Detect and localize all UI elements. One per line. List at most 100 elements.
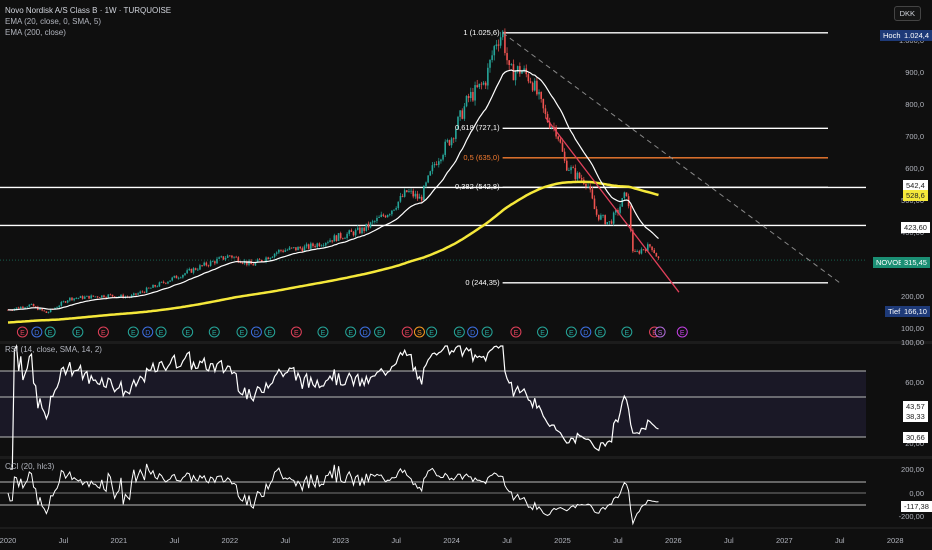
event-dividend-icon[interactable]: D: [142, 326, 154, 338]
event-earnings-icon[interactable]: E: [676, 326, 688, 338]
event-letter: D: [363, 330, 368, 337]
candle-body: [602, 215, 604, 216]
event-split-icon[interactable]: S: [413, 326, 425, 338]
candle-body: [649, 244, 651, 247]
event-earnings-icon[interactable]: E: [208, 326, 220, 338]
event-earnings-icon[interactable]: E: [401, 326, 413, 338]
event-earnings-icon[interactable]: E: [453, 326, 465, 338]
candle-body: [638, 251, 641, 254]
candle-body: [207, 265, 210, 267]
candle-body: [634, 251, 636, 253]
time-tick: 2028: [886, 536, 904, 545]
candle-body: [344, 238, 346, 239]
candle-body: [448, 140, 451, 146]
event-earnings-icon[interactable]: E: [290, 326, 302, 338]
rsi-legend[interactable]: RSI (14, close, SMA, 14, 2): [5, 345, 102, 355]
event-earnings-icon[interactable]: E: [72, 326, 84, 338]
candle-body: [450, 138, 453, 146]
candle-body: [139, 291, 142, 294]
event-earnings-icon[interactable]: E: [97, 326, 109, 338]
candle-body: [314, 246, 316, 248]
candle-body: [258, 259, 261, 261]
event-dividend-icon[interactable]: D: [250, 326, 262, 338]
candle-body: [278, 249, 280, 253]
candle-body: [188, 268, 191, 271]
time-tick: 2021: [110, 536, 128, 545]
candle-body: [559, 139, 562, 143]
candle-body: [310, 243, 312, 249]
ema20-line: [7, 69, 659, 311]
event-earnings-icon[interactable]: E: [182, 326, 194, 338]
candle-body: [109, 294, 112, 296]
event-earnings-icon[interactable]: E: [565, 326, 577, 338]
candle-body: [346, 233, 348, 239]
event-earnings-icon[interactable]: E: [16, 326, 28, 338]
candle-body: [75, 298, 78, 299]
candle-body: [90, 295, 92, 299]
candle-body: [397, 201, 400, 209]
candle-body: [431, 165, 434, 172]
event-dividend-icon[interactable]: D: [359, 326, 371, 338]
event-earnings-icon[interactable]: E: [426, 326, 438, 338]
event-earnings-icon[interactable]: E: [44, 326, 56, 338]
price-tick: 700,0: [905, 132, 924, 141]
candle-body: [369, 222, 372, 228]
cci-legend[interactable]: CCI (20, hlc3): [5, 462, 54, 472]
event-earnings-icon[interactable]: E: [594, 326, 606, 338]
event-earnings-icon[interactable]: E: [236, 326, 248, 338]
event-earnings-icon[interactable]: E: [317, 326, 329, 338]
candle-body: [286, 249, 289, 251]
event-letter: S: [417, 330, 422, 337]
candle-body: [469, 91, 472, 99]
candle-body: [226, 255, 229, 258]
last-price-tag: 315,45: [901, 257, 930, 268]
candle-body: [467, 96, 470, 99]
candle-body: [361, 227, 363, 234]
event-dividend-icon[interactable]: D: [467, 326, 479, 338]
candle-body: [533, 80, 536, 91]
event-letter: E: [321, 330, 326, 337]
event-earnings-icon[interactable]: E: [127, 326, 139, 338]
candle-body: [175, 275, 178, 279]
candle-body: [224, 257, 227, 260]
event-earnings-icon[interactable]: E: [537, 326, 549, 338]
candle-body: [403, 190, 406, 197]
candle-body: [382, 214, 385, 216]
event-earnings-icon[interactable]: E: [374, 326, 386, 338]
event-letter: E: [569, 330, 574, 337]
candle-body: [292, 247, 295, 249]
ema20-legend[interactable]: EMA (20, close, 0, SMA, 5): [5, 17, 101, 27]
candle-body: [162, 281, 165, 283]
candle-body: [120, 294, 122, 297]
candle-body: [653, 250, 656, 254]
event-earnings-icon[interactable]: E: [345, 326, 357, 338]
candle-body: [222, 256, 225, 260]
event-earnings-icon[interactable]: E: [155, 326, 167, 338]
event-split-icon[interactable]: S: [654, 326, 666, 338]
fib-label: 0,618 (727,1): [454, 123, 500, 133]
candle-body: [303, 246, 306, 252]
candle-body: [429, 171, 432, 176]
candle-body: [376, 217, 378, 222]
event-earnings-icon[interactable]: E: [621, 326, 633, 338]
candle-body: [199, 265, 201, 270]
event-dividend-icon[interactable]: D: [31, 326, 43, 338]
event-earnings-icon[interactable]: E: [264, 326, 276, 338]
candle-body: [284, 250, 287, 252]
candle-body: [572, 167, 574, 169]
time-tick: 2025: [554, 536, 571, 545]
candle-body: [657, 256, 660, 259]
candle-body: [273, 253, 276, 257]
event-earnings-icon[interactable]: E: [510, 326, 522, 338]
cci-tick: 0,00: [909, 489, 924, 498]
currency-button[interactable]: DKK: [893, 6, 921, 21]
candle-body: [32, 304, 35, 307]
ema200-legend[interactable]: EMA (200, close): [5, 28, 66, 38]
chart-canvas[interactable]: EDEEEEDEEEEDEEEEDEESEEDEEEEDEEESE: [0, 0, 932, 550]
event-earnings-icon[interactable]: E: [481, 326, 493, 338]
event-letter: E: [348, 330, 353, 337]
candle-body: [145, 287, 148, 293]
candle-body: [320, 245, 323, 247]
event-letter: E: [240, 330, 245, 337]
event-dividend-icon[interactable]: D: [580, 326, 592, 338]
